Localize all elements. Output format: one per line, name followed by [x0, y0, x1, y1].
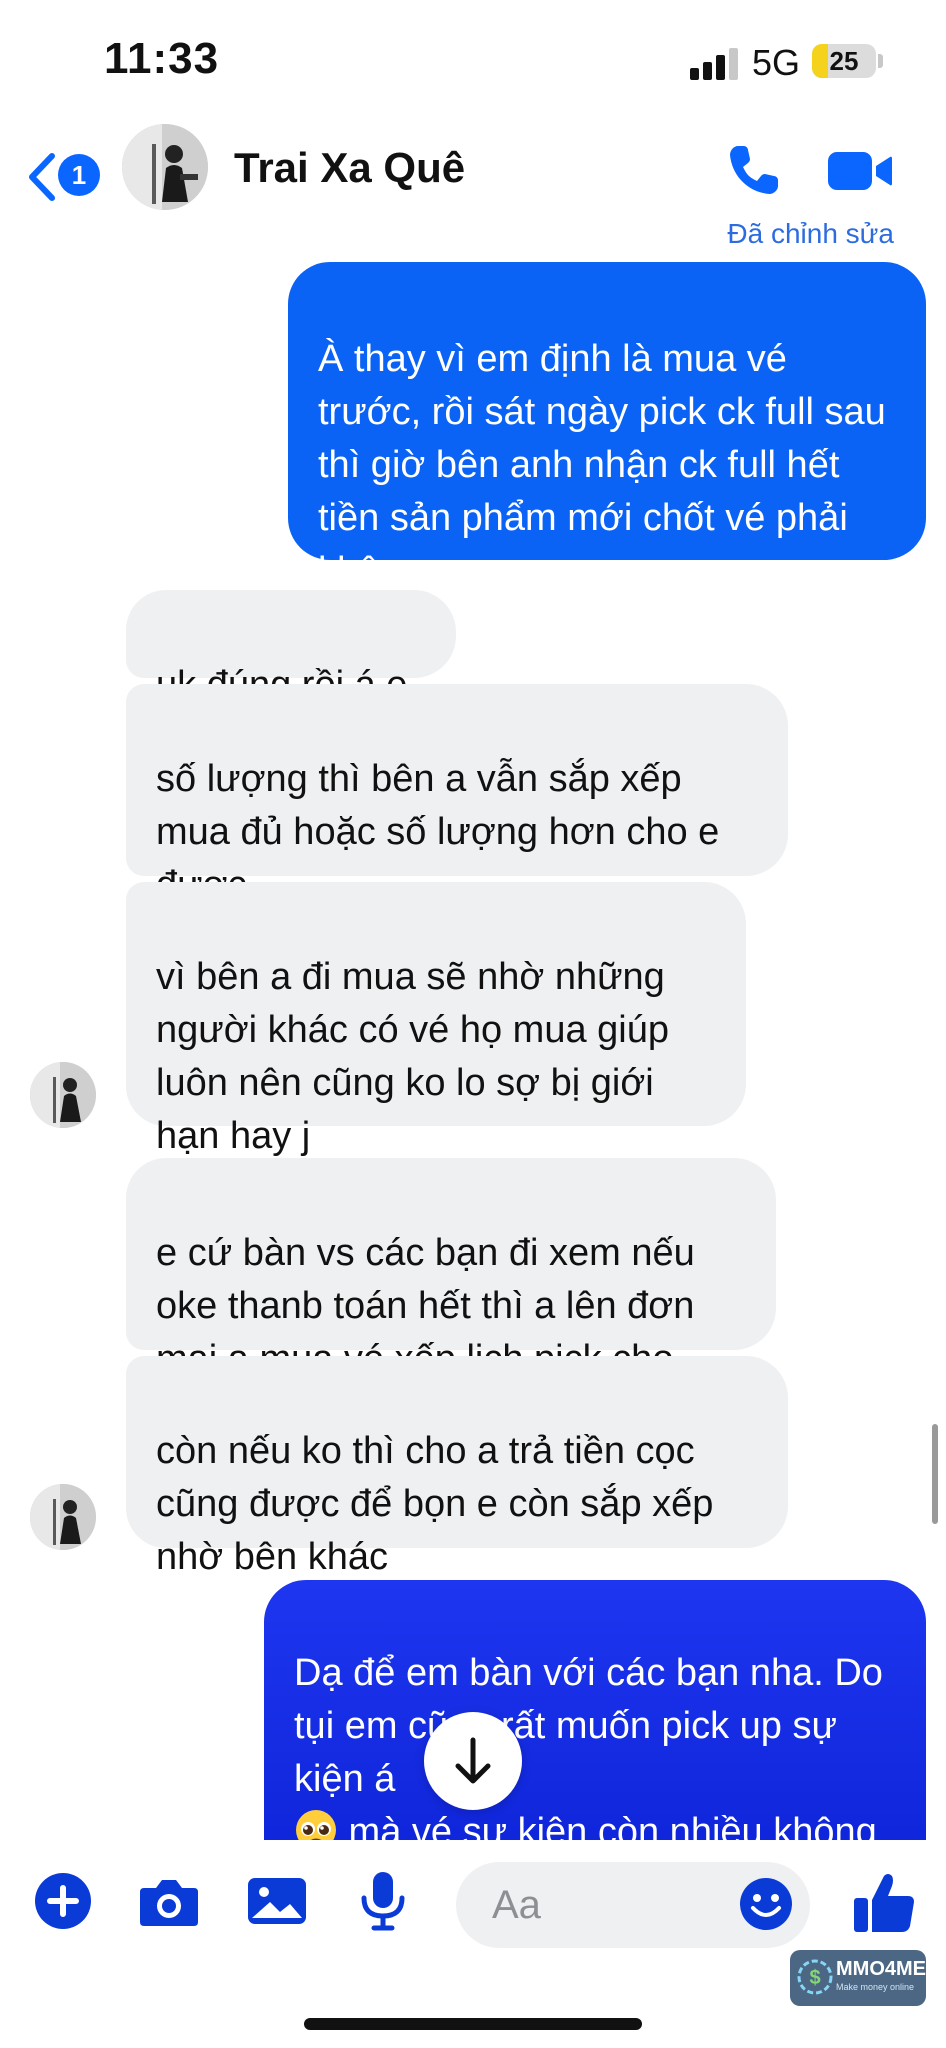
home-indicator[interactable]: [304, 2018, 642, 2030]
thumbs-up-icon: [854, 1874, 914, 1932]
incoming-message[interactable]: uk đúng rồi á e: [126, 590, 456, 706]
battery-level: 25: [829, 46, 859, 76]
call-button[interactable]: [724, 140, 784, 200]
battery-tip: [878, 54, 883, 68]
avatar[interactable]: [122, 124, 208, 210]
incoming-message[interactable]: vì bên a đi mua sẽ nhờ những người khác …: [126, 882, 746, 1157]
microphone-icon: [361, 1872, 405, 1931]
watermark-title: MMO4ME: [836, 1958, 926, 1980]
like-button[interactable]: [848, 1866, 920, 1938]
message-text: vì bên a đi mua sẽ nhờ những người khác …: [156, 956, 669, 1157]
voice-button[interactable]: [348, 1866, 418, 1936]
avatar-photo: [30, 1062, 96, 1128]
contact-name[interactable]: Trai Xa Quê: [234, 144, 465, 192]
incoming-message[interactable]: e cứ bàn vs các bạn đi xem nếu oke thanb…: [126, 1158, 776, 1380]
gallery-button[interactable]: [242, 1866, 312, 1936]
camera-button[interactable]: [134, 1866, 204, 1936]
video-camera-icon: [828, 152, 892, 190]
avatar[interactable]: [30, 1062, 96, 1128]
phone-icon: [730, 146, 778, 194]
chevron-left-icon: [29, 153, 55, 201]
edited-label: Đã chỉnh sửa: [727, 218, 894, 249]
svg-text:$: $: [809, 1967, 820, 1989]
add-button[interactable]: [28, 1866, 98, 1936]
unread-badge: 1: [58, 154, 100, 196]
emoji-button[interactable]: [736, 1874, 796, 1934]
status-bar: 11:33 5G 25: [0, 0, 946, 120]
dollar-coin-icon: $: [797, 1959, 833, 1995]
incoming-message[interactable]: còn nếu ko thì cho a trả tiền cọc cũng đ…: [126, 1356, 788, 1578]
battery-icon: 25: [812, 44, 876, 78]
pleading-face-icon: [296, 1810, 336, 1840]
message-text: mà vé sự kiện còn nhiều không á anh. Tro…: [348, 1811, 877, 1840]
watermark-subtitle: Make money online: [836, 1982, 915, 1992]
scroll-to-bottom-button[interactable]: [424, 1712, 522, 1810]
composer-bar: [0, 1842, 946, 1962]
watermark-logo: $ MMO4ME Make money online: [790, 1950, 926, 2006]
avatar-photo: [30, 1484, 96, 1550]
scrollbar[interactable]: [932, 1424, 938, 1524]
message-text: á: [374, 1758, 396, 1800]
cellular-signal-icon: [690, 46, 742, 80]
outgoing-message[interactable]: Dạ để em bàn với các bạn nha. Do tụi em …: [264, 1580, 926, 1840]
message-text: À thay vì em định là mua vé trước, rồi s…: [318, 338, 886, 592]
image-icon: [248, 1878, 306, 1924]
camera-icon: [140, 1880, 198, 1926]
chat-header: 1 Trai Xa Quê Đã chỉnh sửa: [0, 120, 946, 250]
video-call-button[interactable]: [826, 146, 894, 196]
avatar-photo: [122, 124, 208, 210]
emoji-icon: [740, 1878, 792, 1930]
plus-icon: [35, 1873, 91, 1929]
avatar[interactable]: [30, 1484, 96, 1550]
status-time: 11:33: [104, 34, 220, 83]
message-text: còn nếu ko thì cho a trả tiền cọc cũng đ…: [156, 1430, 714, 1578]
arrow-down-icon: [455, 1737, 491, 1784]
back-button[interactable]: 1: [18, 140, 104, 210]
network-type: 5G: [752, 42, 801, 83]
incoming-message[interactable]: số lượng thì bên a vẫn sắp xếp mua đủ ho…: [126, 684, 788, 906]
outgoing-message[interactable]: À thay vì em định là mua vé trước, rồi s…: [288, 262, 926, 642]
